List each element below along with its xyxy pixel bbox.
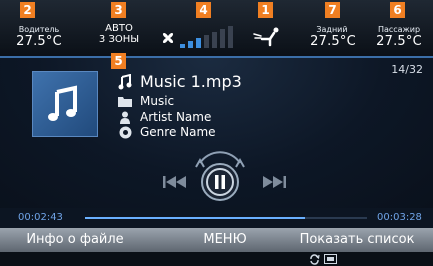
track-title-row: Music 1.mp3 [118,72,242,91]
artist-icon [118,110,132,124]
album-art [32,71,98,137]
callout-marker: 7 [325,2,340,18]
track-counter: 14/32 [391,63,423,76]
callout-marker: 3 [111,2,126,18]
fan-level-bar [212,32,217,48]
folder-name: Music [140,94,175,108]
previous-icon[interactable] [163,175,187,189]
total-time: 00:03:28 [377,212,422,223]
fan-level-bar [204,35,209,48]
rear-temp: 27.5°C [310,34,356,49]
media-panel: 5 Music 1.mp3 Music Artist Name Genre Na… [0,53,433,208]
callout-marker: 5 [111,53,126,69]
passenger-label: Пассажир [377,25,421,34]
callout-marker: 1 [258,2,273,18]
album-note-icon [48,85,77,121]
sd-card-icon [324,254,337,264]
file-info-button[interactable]: Инфо о файле [0,228,150,252]
bottom-menu: Инфо о файле МЕНЮ Показать список [0,228,433,252]
folder-icon [118,94,132,108]
fan-icon [162,32,174,44]
callout-marker: 6 [390,2,405,18]
fan-level-bar [180,44,185,48]
callout-marker: 4 [196,2,211,18]
next-icon[interactable] [262,175,286,189]
elapsed-time: 00:02:43 [18,212,63,223]
genre-name: Genre Name [140,125,216,139]
progress-bar[interactable] [85,217,367,219]
progress-fill [85,217,305,219]
zones-label: 3 ЗОНЫ [98,34,140,45]
fan-speed-control[interactable] [158,26,238,50]
passenger-temp: 27.5°C [376,34,422,49]
track-title: Music 1.mp3 [140,72,242,91]
rear-label: Задний [316,25,348,34]
auto-mode-label: АВТО [105,23,133,34]
infotainment-screen: 2 3 4 1 7 6 Водитель 27.5°C АВТО 3 ЗОНЫ [0,0,433,266]
artist-name: Artist Name [140,110,212,124]
fan-level-bar [196,38,201,48]
driver-temp: 27.5°C [16,34,62,49]
fan-level-bar [220,29,225,48]
folder-row: Music [118,94,174,108]
callout-marker: 2 [20,2,35,18]
climate-bar: 2 3 4 1 7 6 Водитель 27.5°C АВТО 3 ЗОНЫ [0,0,433,58]
pause-button[interactable] [190,143,250,205]
driver-label: Водитель [18,25,60,34]
genre-icon [118,125,132,139]
status-bar [0,252,433,266]
vent-icon[interactable] [252,26,284,48]
genre-row: Genre Name [118,125,216,139]
fan-level-bar [188,41,193,48]
show-list-button[interactable]: Показать список [282,228,432,252]
fan-level-bars [180,26,233,48]
menu-button[interactable]: МЕНЮ [175,228,275,252]
progress-row: 00:02:43 00:03:28 [0,208,433,228]
artist-row: Artist Name [118,110,211,124]
music-note-icon [118,73,132,89]
fan-level-bar [228,26,233,48]
repeat-icon [310,254,320,265]
